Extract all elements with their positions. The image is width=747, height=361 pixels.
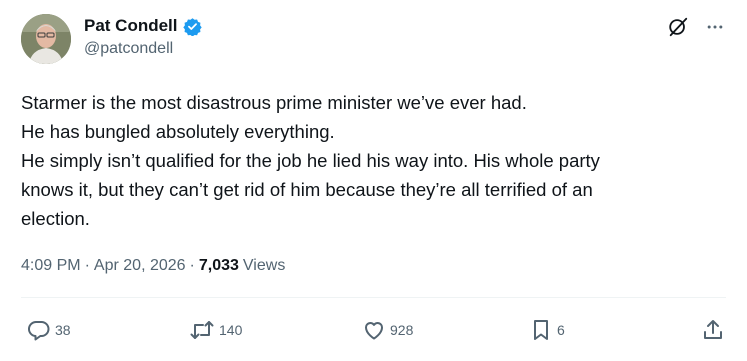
more-icon[interactable] <box>705 17 725 37</box>
tweet-text-line: Starmer is the most disastrous prime min… <box>21 92 527 113</box>
like-button[interactable]: 928 <box>362 318 413 342</box>
retweet-button[interactable]: 140 <box>189 318 242 342</box>
retweet-count: 140 <box>219 322 243 338</box>
author-handle[interactable]: @patcondell <box>84 40 173 58</box>
retweet-icon <box>189 318 215 342</box>
tweet-text: Starmer is the most disastrous prime min… <box>21 88 721 233</box>
tweet-date[interactable]: Apr 20, 2026 <box>94 257 186 275</box>
verified-badge-icon <box>182 17 202 36</box>
meta-separator: · <box>84 257 90 274</box>
tweet-text-line: election. <box>21 208 90 229</box>
tweet-card: Pat Condell @patcondell Starmer is the m… <box>0 0 747 361</box>
bookmark-icon <box>529 318 553 342</box>
tweet-text-line: knows it, but they can’t get rid of him … <box>21 179 593 200</box>
tweet-time[interactable]: 4:09 PM <box>21 257 81 275</box>
bookmark-button[interactable]: 6 <box>529 318 565 342</box>
like-count: 928 <box>390 322 414 338</box>
meta-separator: · <box>189 257 195 274</box>
views-label: Views <box>242 257 286 274</box>
share-button[interactable] <box>701 318 725 342</box>
like-icon <box>362 318 386 342</box>
author-display-name[interactable]: Pat Condell <box>84 16 178 36</box>
bookmark-count: 6 <box>557 322 565 338</box>
views-count[interactable]: 7,033 <box>199 257 239 275</box>
action-bar: 38 140 928 6 <box>27 318 725 344</box>
share-icon <box>701 318 725 342</box>
reply-icon <box>27 318 51 342</box>
author-name-row: Pat Condell <box>84 16 202 36</box>
avatar[interactable] <box>21 14 71 64</box>
reply-count: 38 <box>55 322 71 338</box>
tweet-meta: 4:09 PM · Apr 20, 2026 · 7,033 Views <box>21 257 285 275</box>
divider <box>21 297 726 298</box>
tweet-text-line: He simply isn’t qualified for the job he… <box>21 150 600 171</box>
tweet-text-line: He has bungled absolutely everything. <box>21 121 335 142</box>
reply-button[interactable]: 38 <box>27 318 71 342</box>
top-right-icons <box>667 16 725 38</box>
grok-icon[interactable] <box>667 16 689 38</box>
